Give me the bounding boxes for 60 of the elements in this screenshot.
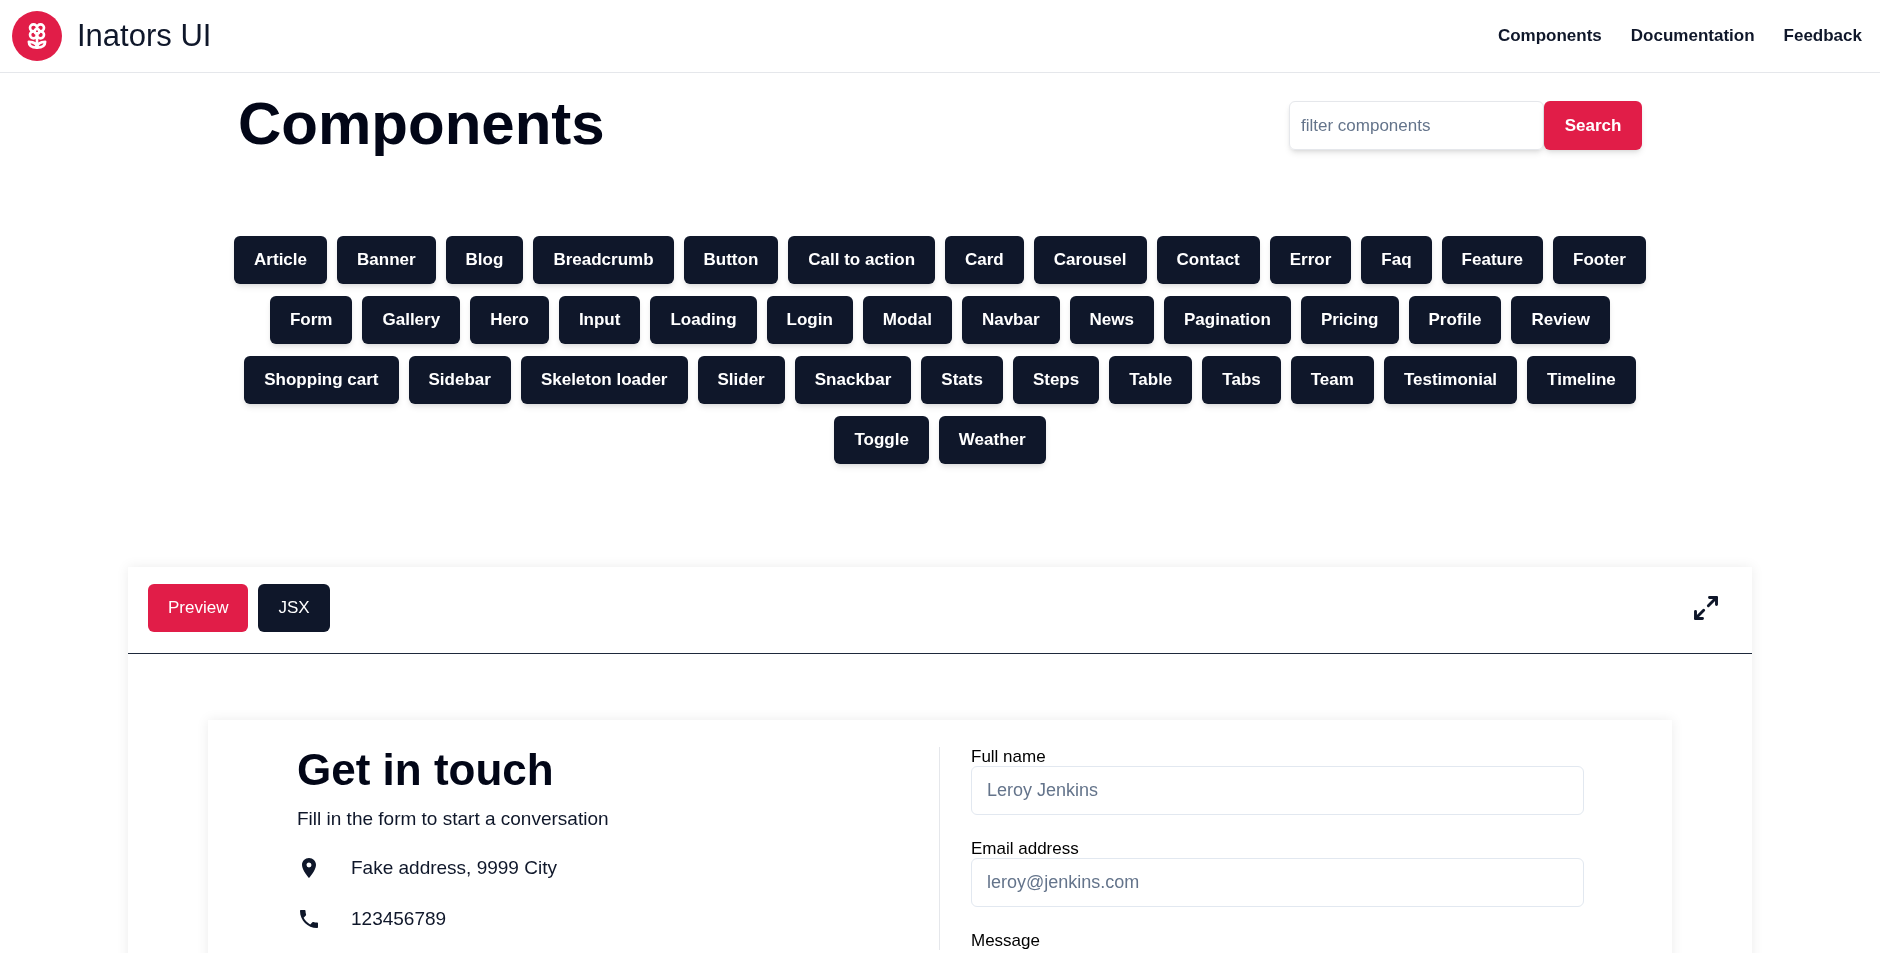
component-button[interactable]: Team [1290, 356, 1374, 404]
component-button[interactable]: Modal [862, 296, 952, 344]
input-field[interactable]: Leroy Jenkins [971, 766, 1584, 815]
contact-title: Get in touch [297, 744, 555, 796]
nav-link[interactable]: Documentation [1630, 23, 1755, 49]
component-button[interactable]: Review [1511, 296, 1610, 344]
search-button[interactable]: Search [1544, 101, 1642, 150]
component-button[interactable]: News [1069, 296, 1154, 344]
component-button[interactable]: Stats [921, 356, 1003, 404]
component-button[interactable]: Faq [1361, 236, 1432, 284]
component-button[interactable]: Skeleton loader [520, 356, 688, 404]
nav-link[interactable]: Components [1497, 23, 1602, 49]
component-button[interactable]: Toggle [834, 416, 929, 464]
brand-name: Inators UI [77, 16, 212, 55]
component-button[interactable]: Table [1109, 356, 1193, 404]
component-button[interactable]: Blog [445, 236, 524, 284]
page-title: Components [238, 94, 605, 154]
component-button[interactable]: Login [766, 296, 853, 344]
field-label: Full name [971, 747, 1047, 766]
component-button[interactable]: Loading [650, 296, 757, 344]
component-button[interactable]: Feature [1441, 236, 1543, 284]
component-button[interactable]: Gallery [362, 296, 461, 344]
component-button[interactable]: Shopping cart [244, 356, 399, 404]
component-button[interactable]: Contact [1156, 236, 1260, 284]
component-button[interactable]: Breadcrumb [533, 236, 674, 284]
field-label: Message [971, 931, 1041, 950]
component-button[interactable]: Card [945, 236, 1024, 284]
component-button[interactable]: Pagination [1163, 296, 1291, 344]
component-button[interactable]: Button [683, 236, 779, 284]
component-button[interactable]: Sidebar [408, 356, 511, 404]
component-button[interactable]: Input [558, 296, 641, 344]
contact-subtitle: Fill in the form to start a conversation [297, 806, 610, 830]
address-text: Fake address, 9999 City [351, 855, 557, 880]
component-button[interactable]: Testimonial [1383, 356, 1518, 404]
input-field[interactable]: leroy@jenkins.com [971, 858, 1584, 907]
component-button[interactable]: Timeline [1527, 356, 1636, 404]
nav-link[interactable]: Feedback [1783, 23, 1862, 49]
phone-number: 123456789 [351, 906, 447, 931]
component-button[interactable]: Form [270, 296, 353, 344]
component-button[interactable]: Tabs [1202, 356, 1281, 404]
component-button[interactable]: Slider [697, 356, 785, 404]
component-button[interactable]: Call to action [788, 236, 935, 284]
component-button[interactable]: Article [234, 236, 327, 284]
component-button[interactable]: Hero [470, 296, 549, 344]
component-button[interactable]: Footer [1553, 236, 1646, 284]
field-label: Email address [971, 839, 1080, 858]
search-field[interactable]: filter components [1289, 101, 1544, 150]
expand-icon[interactable] [1692, 594, 1720, 622]
component-button[interactable]: Weather [938, 416, 1046, 464]
component-button[interactable]: Steps [1012, 356, 1100, 404]
view-tab[interactable]: Preview [148, 584, 249, 632]
component-button[interactable]: Snackbar [794, 356, 912, 404]
component-button[interactable]: Pricing [1300, 296, 1399, 344]
component-button[interactable]: Error [1269, 236, 1352, 284]
component-button[interactable]: Profile [1408, 296, 1502, 344]
component-button[interactable]: Navbar [961, 296, 1060, 344]
component-button[interactable]: Carousel [1033, 236, 1147, 284]
logo-icon [12, 11, 62, 61]
view-tab[interactable]: JSX [258, 584, 330, 632]
component-button[interactable]: Banner [337, 236, 436, 284]
